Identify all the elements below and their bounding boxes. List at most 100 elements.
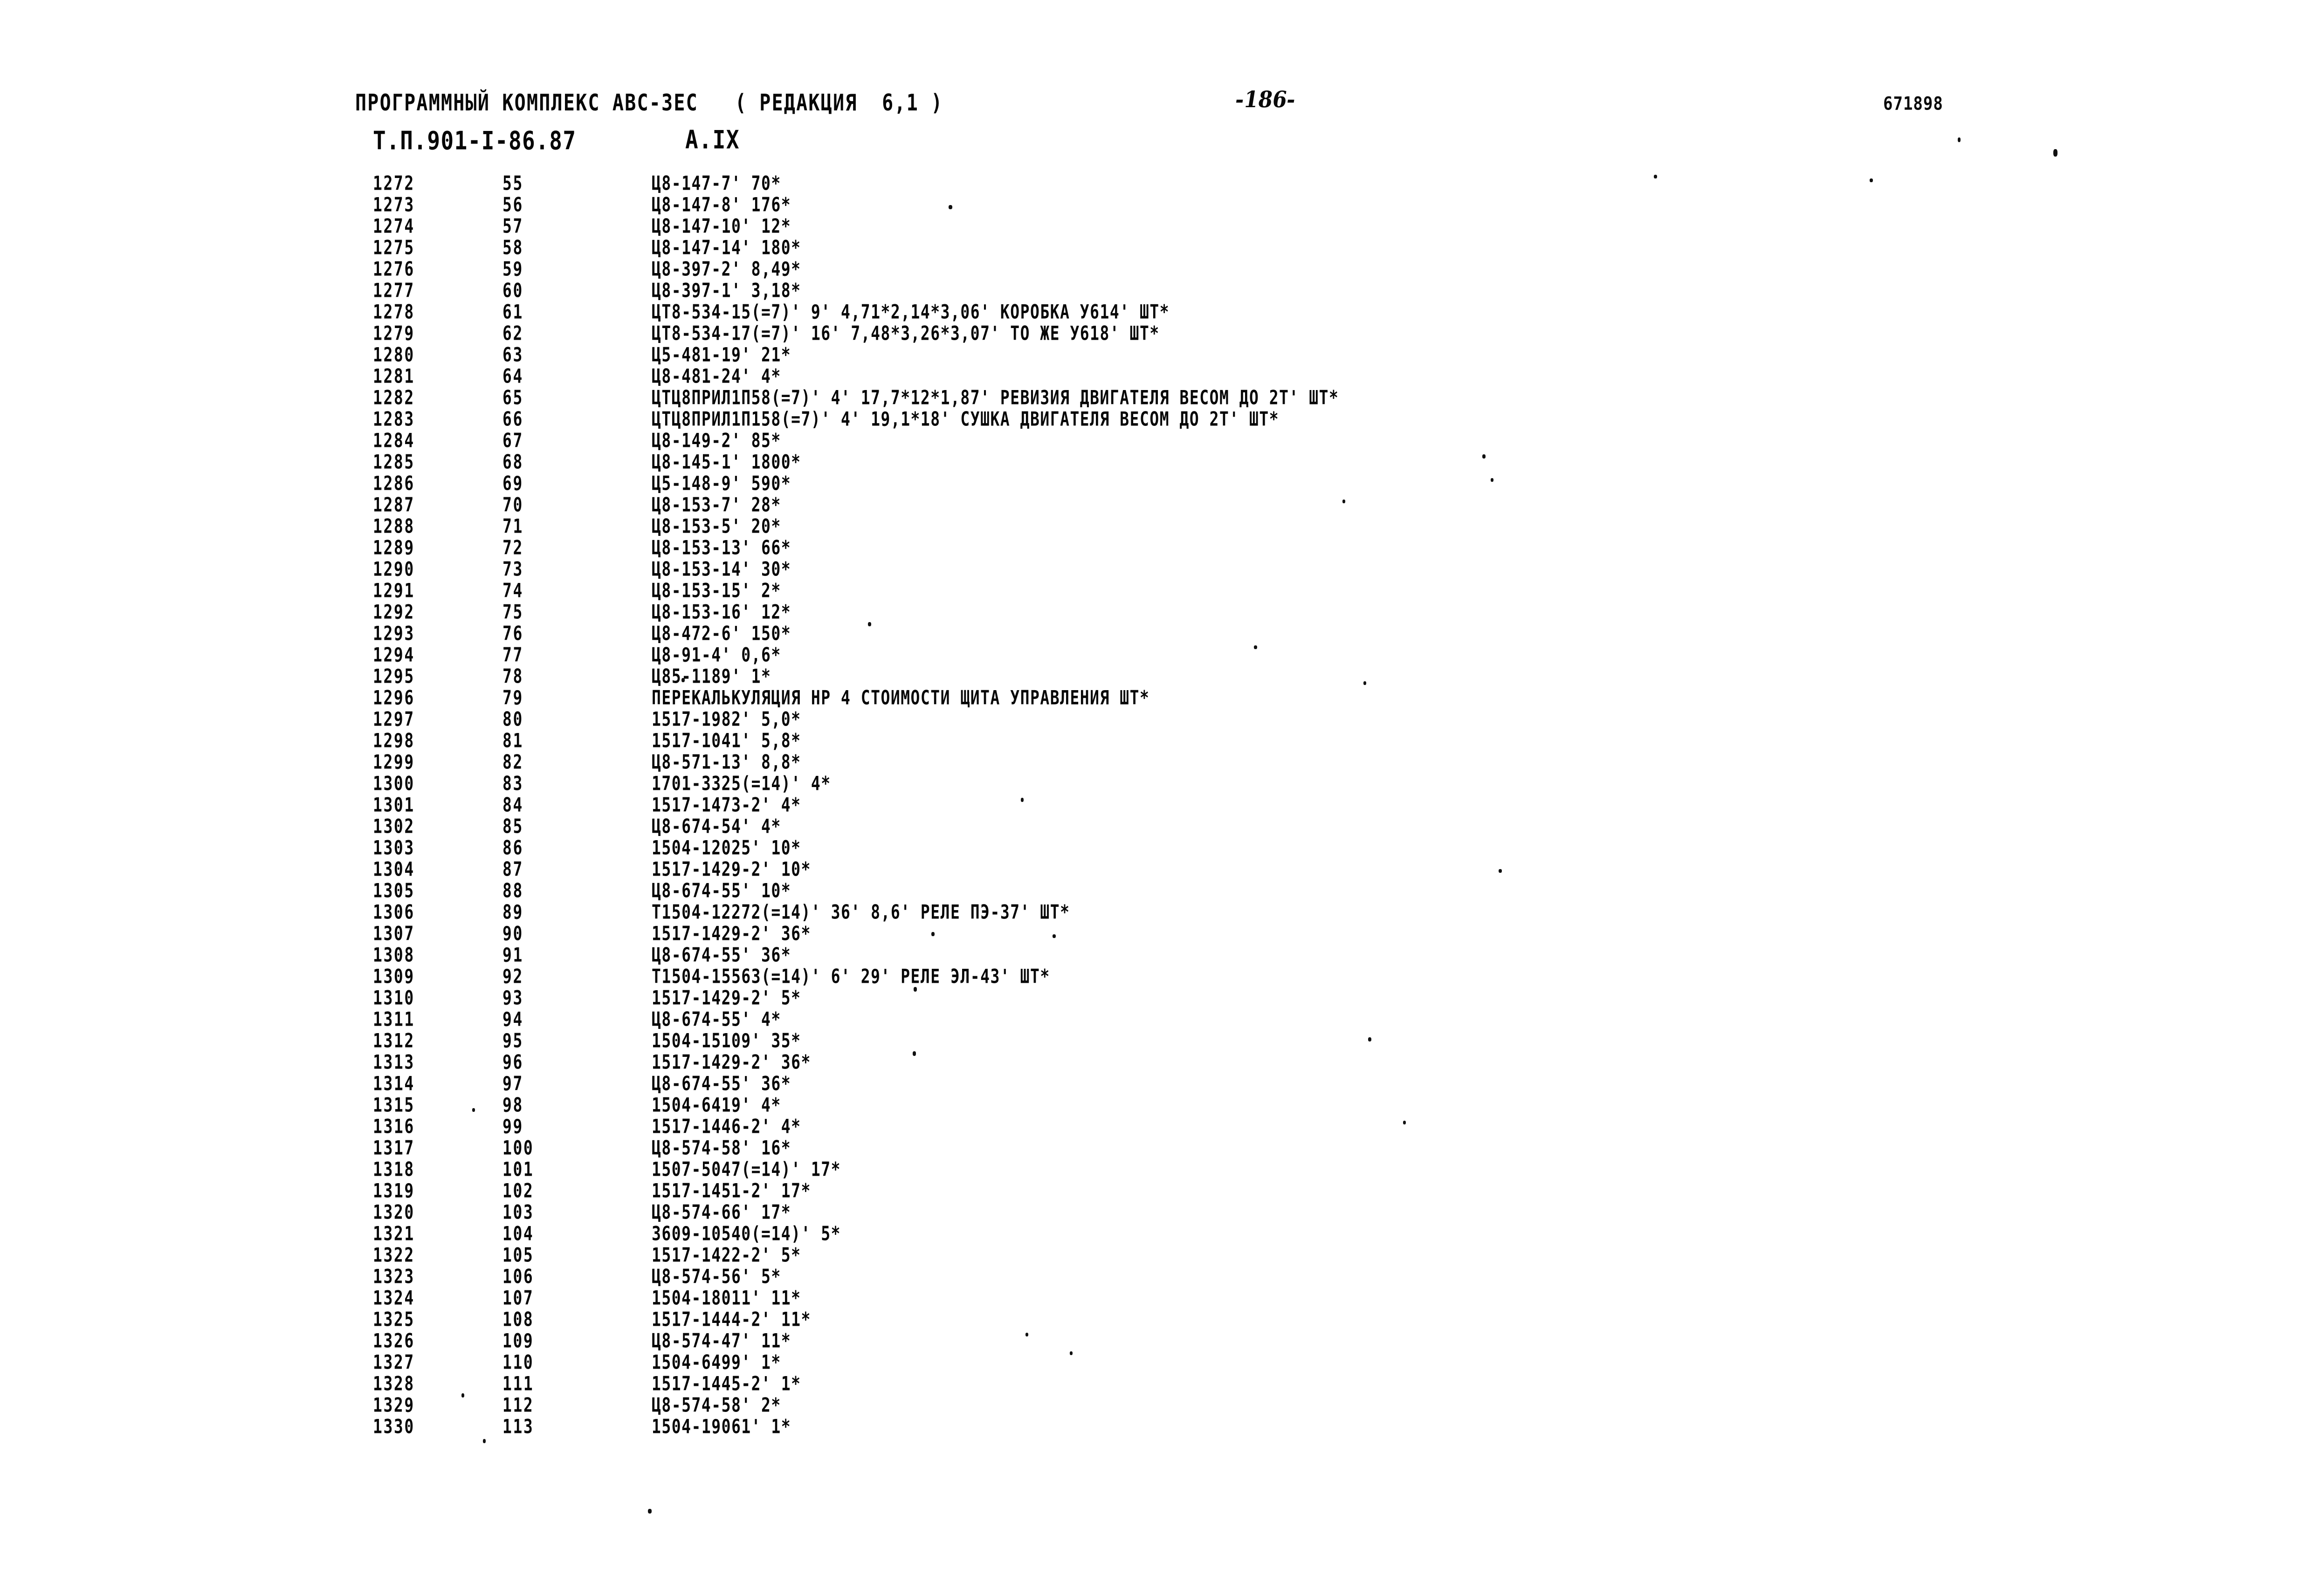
row-sequence-number: 1315 [373,1093,415,1117]
listing-row: 1313 96 1517-1429-2' 36* [0,1050,2312,1074]
row-resource-code: ЦТ8-534-15(=7)' 9' 4,71*2,14*3,06' КОРОБ… [652,300,1170,323]
listing-row: 1310 93 1517-1429-2' 5* [0,986,2312,1009]
row-index-number: 107 [502,1286,534,1309]
row-index-number: 60 [502,279,523,302]
row-index-number: 102 [502,1179,534,1202]
row-index-number: 71 [502,514,523,538]
row-index-number: 55 [502,171,523,195]
row-index-number: 69 [502,472,523,495]
row-sequence-number: 1322 [373,1243,415,1267]
listing-row: 1323 106 Ц8-574-56' 5* [0,1265,2312,1288]
listing-row: 1286 69 Ц5-148-9' 590* [0,472,2312,495]
row-resource-code: 1517-1422-2' 5* [652,1243,801,1267]
row-resource-code: Ц8-574-66' 17* [652,1200,791,1224]
row-resource-code: Ц8-153-14' 30* [652,557,791,581]
row-index-number: 80 [502,707,523,731]
row-resource-code: Ц8-147-7' 70* [652,171,781,195]
row-sequence-number: 1306 [373,900,415,924]
row-resource-code: ЦТЦ8ПРИЛ1П158(=7)' 4' 19,1*18' СУШКА ДВИ… [652,407,1280,431]
row-sequence-number: 1309 [373,965,415,988]
row-index-number: 65 [502,386,523,409]
row-resource-code: Ц8-674-55' 10* [652,879,791,902]
appendix-label: А.IX [685,125,740,155]
listing-row: 1293 76 Ц8-472-6' 150* [0,622,2312,645]
row-index-number: 66 [502,407,523,431]
row-resource-code: Ц8-674-55' 36* [652,1072,791,1095]
row-sequence-number: 1275 [373,236,415,259]
scanned-page: ПРОГРАММНЫЙ КОМПЛЕКС АВС-ЗЕС ( РЕДАКЦИЯ … [0,0,2312,1596]
scan-speckle [913,1051,916,1056]
row-sequence-number: 1272 [373,171,415,195]
row-resource-code: Ц8-147-8' 176* [652,193,791,216]
row-sequence-number: 1298 [373,729,415,752]
row-index-number: 72 [502,536,523,559]
row-sequence-number: 1273 [373,193,415,216]
scan-speckle [1958,137,1961,142]
listing-row: 1326 109 Ц8-574-47' 11* [0,1329,2312,1352]
row-sequence-number: 1274 [373,214,415,238]
listing-row: 1318 101 1507-5047(=14)' 17* [0,1158,2312,1181]
scan-speckle [1499,869,1502,873]
row-resource-code: Т1504-15563(=14)' 6' 29' РЕЛЕ ЭЛ-43' ШТ* [652,965,1050,988]
listing-row: 1319 102 1517-1451-2' 17* [0,1179,2312,1202]
scan-speckle [648,1509,652,1514]
row-sequence-number: 1296 [373,686,415,709]
row-index-number: 56 [502,193,523,216]
scan-speckle [1368,1037,1371,1041]
listing-row: 1325 108 1517-1444-2' 11* [0,1308,2312,1331]
row-index-number: 74 [502,579,523,602]
row-sequence-number: 1283 [373,407,415,431]
listing-row: 1273 56 Ц8-147-8' 176* [0,193,2312,216]
row-resource-code: ЦТЦ8ПРИЛ1П58(=7)' 4' 17,7*12*1,87' РЕВИЗ… [652,386,1339,409]
row-sequence-number: 1320 [373,1200,415,1224]
scan-speckle [1342,500,1345,503]
row-index-number: 87 [502,857,523,881]
row-sequence-number: 1303 [373,836,415,859]
row-index-number: 73 [502,557,523,581]
listing-row: 1309 92 Т1504-15563(=14)' 6' 29' РЕЛЕ ЭЛ-4… [0,965,2312,988]
row-sequence-number: 1304 [373,857,415,881]
scan-speckle [931,932,935,936]
row-resource-code: Т1504-12272(=14)' 36' 8,6' РЕЛЕ ПЭ-37' Ш… [652,900,1070,924]
scan-speckle [1403,1121,1406,1124]
row-sequence-number: 1316 [373,1115,415,1138]
scan-speckle [868,622,871,626]
row-resource-code: 1517-1429-2' 5* [652,986,801,1009]
row-sequence-number: 1312 [373,1029,415,1052]
row-sequence-number: 1328 [373,1372,415,1395]
row-resource-code: Ц8-153-7' 28* [652,493,781,516]
row-index-number: 108 [502,1308,534,1331]
row-index-number: 78 [502,664,523,688]
listing-row: 1304 87 1517-1429-2' 10* [0,857,2312,881]
listing-row: 1297 80 1517-1982' 5,0* [0,707,2312,731]
listing-row: 1278 61 ЦТ8-534-15(=7)' 9' 4,71*2,14*3,06'… [0,300,2312,323]
row-sequence-number: 1279 [373,322,415,345]
row-index-number: 95 [502,1029,523,1052]
listing-row: 1306 89 Т1504-12272(=14)' 36' 8,6' РЕЛЕ ПЭ… [0,900,2312,924]
row-resource-code: Ц8-481-24' 4* [652,364,781,388]
listing-row: 1298 81 1517-1041' 5,8* [0,729,2312,752]
scan-speckle [1254,645,1257,649]
document-code: Т.П.901-I-86.87 [373,126,577,156]
listing-row: 1314 97 Ц8-674-55' 36* [0,1072,2312,1095]
listing-row: 1282 65 ЦТЦ8ПРИЛ1П58(=7)' 4' 17,7*12*1,87'… [0,386,2312,409]
row-sequence-number: 1319 [373,1179,415,1202]
row-sequence-number: 1324 [373,1286,415,1309]
listing-row: 1287 70 Ц8-153-7' 28* [0,493,2312,516]
page-number: -186- [1233,87,1298,113]
listing-row: 1315 98 1504-6419' 4* [0,1093,2312,1117]
row-index-number: 77 [502,643,523,666]
row-resource-code: 1517-1429-2' 36* [652,922,811,945]
row-sequence-number: 1297 [373,707,415,731]
listing-row: 1277 60 Ц8-397-1' 3,18* [0,279,2312,302]
scan-speckle [2053,149,2057,157]
scan-speckle [1870,178,1873,182]
listing-row: 1289 72 Ц8-153-13' 66* [0,536,2312,559]
row-index-number: 62 [502,322,523,345]
row-resource-code: Ц8-472-6' 150* [652,622,791,645]
row-index-number: 105 [502,1243,534,1267]
row-index-number: 90 [502,922,523,945]
row-resource-code: 1517-1041' 5,8* [652,729,801,752]
listing-row: 1307 90 1517-1429-2' 36* [0,922,2312,945]
row-sequence-number: 1280 [373,343,415,366]
